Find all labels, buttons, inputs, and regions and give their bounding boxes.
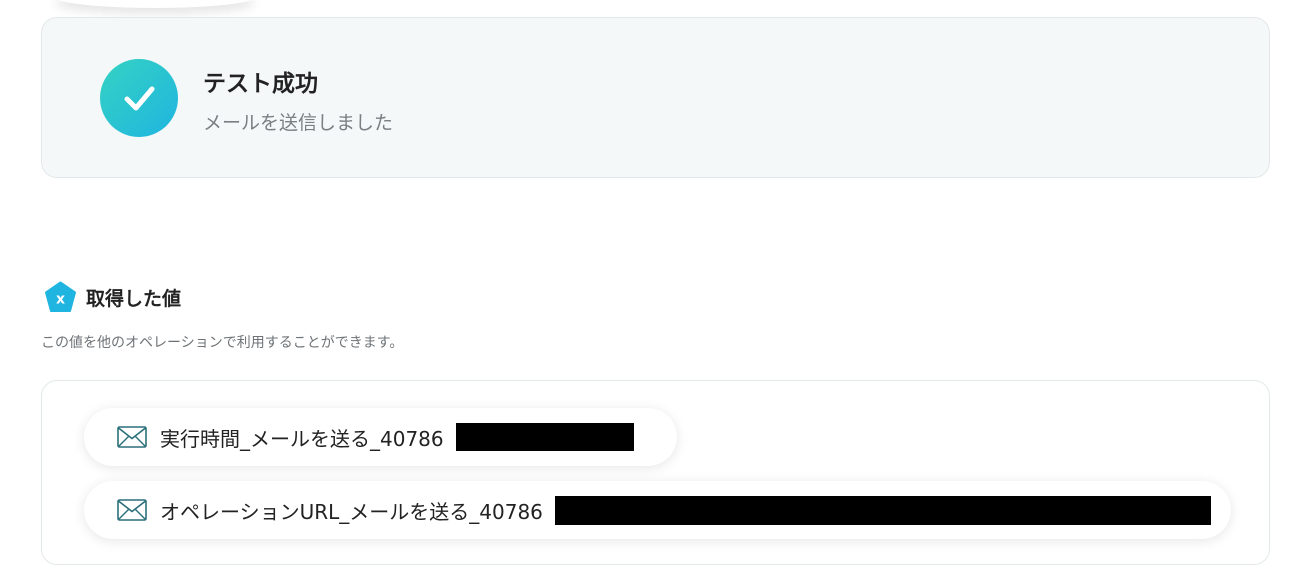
value-item[interactable]: オペレーションURL_メールを送る_40786 xyxy=(84,481,1231,539)
result-title: テスト成功 xyxy=(203,71,318,97)
value-item-label: オペレーションURL_メールを送る_40786 xyxy=(160,499,543,524)
mail-icon xyxy=(117,499,147,521)
retrieved-values-card: 実行時間_メールを送る_40786 オペレーションURL_メールを送る_4078… xyxy=(41,380,1270,565)
test-result-card: テスト成功 メールを送信しました xyxy=(41,17,1270,178)
variable-badge-icon: x xyxy=(44,281,77,314)
values-section-title: 取得した値 xyxy=(86,288,182,310)
mail-icon xyxy=(117,426,147,448)
redacted-value xyxy=(455,423,634,451)
redacted-value xyxy=(554,495,1211,525)
check-icon xyxy=(100,59,178,137)
value-item-label: 実行時間_メールを送る_40786 xyxy=(160,426,444,451)
value-item[interactable]: 実行時間_メールを送る_40786 xyxy=(84,408,677,466)
values-section-header: x 取得した値 xyxy=(44,281,181,314)
result-message: メールを送信しました xyxy=(203,112,394,134)
svg-text:x: x xyxy=(56,292,65,308)
values-section-description: この値を他のオペレーションで利用することができます。 xyxy=(41,335,404,351)
dropdown-shadow xyxy=(55,0,255,8)
